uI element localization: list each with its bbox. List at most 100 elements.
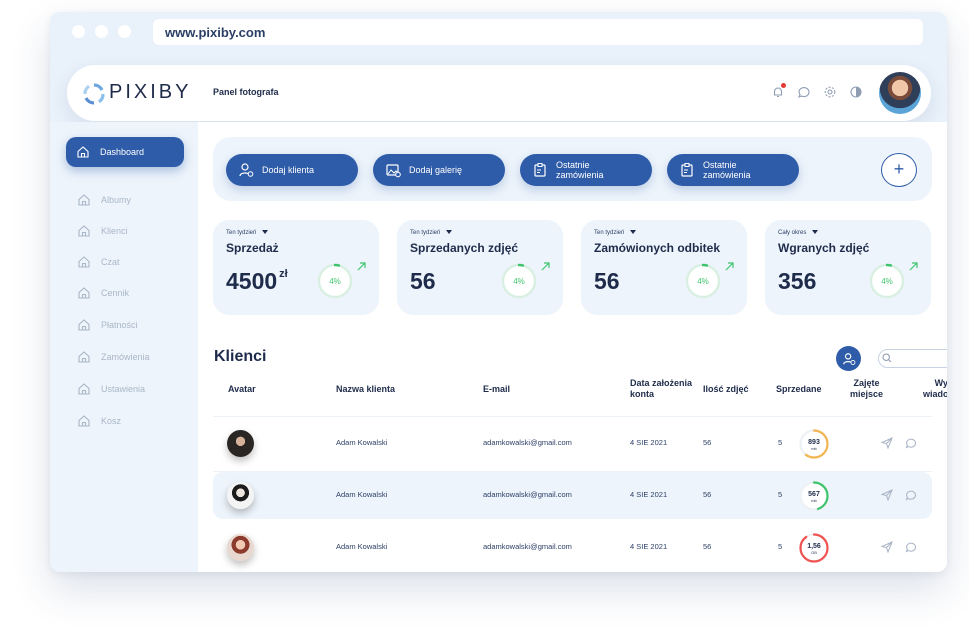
message-icon[interactable] <box>905 437 917 449</box>
add-client-round-button[interactable] <box>836 346 861 371</box>
column-header-send: Wyślijwiadomość <box>923 378 947 400</box>
sidebar-item-platnosci[interactable]: Płatności <box>77 314 138 336</box>
trend-up-icon <box>725 262 734 271</box>
percent-ring: 4% <box>685 263 721 299</box>
table-row[interactable]: Adam Kowalski adamkowalski@gmail.com 4 S… <box>213 524 932 571</box>
period-label: Ten tydzień <box>594 230 625 236</box>
caret-down-icon <box>446 230 453 235</box>
recent-orders-label-line1: Ostatnie <box>556 160 590 170</box>
home-icon <box>77 146 89 158</box>
percent-ring: 4% <box>869 263 905 299</box>
sidebar-item-cennik[interactable]: Cennik <box>77 282 129 304</box>
search-icon <box>882 353 892 363</box>
sidebar-item-label: Ustawienia <box>101 384 146 394</box>
client-name: Adam Kowalski <box>336 542 388 551</box>
stat-card-sales: Ten tydzień Sprzedaż 4500 zł 4% <box>213 220 379 315</box>
stat-number: 56 <box>410 268 436 294</box>
stat-value: 4500 zł <box>226 268 288 295</box>
message-icon[interactable] <box>905 489 917 501</box>
caret-down-icon <box>630 230 637 235</box>
address-bar[interactable]: www.pixiby.com <box>153 19 923 45</box>
period-dropdown[interactable]: Cały okres <box>778 230 819 236</box>
stat-unit: zł <box>279 268 288 280</box>
stat-card-uploaded-photos: Cały okres Wgranych zdjęć 356 4% <box>765 220 931 315</box>
home-icon <box>78 383 90 395</box>
stat-value: 56 <box>594 268 622 295</box>
sidebar-item-ustawienia[interactable]: Ustawienia <box>77 378 145 400</box>
period-dropdown[interactable]: Ten tydzień <box>410 230 453 236</box>
column-header-email: E-mail <box>483 384 511 394</box>
chat-icon[interactable] <box>797 85 811 99</box>
add-button[interactable]: + <box>881 153 917 187</box>
sidebar-item-dashboard[interactable]: Dashboard <box>66 137 184 167</box>
stat-title: Zamówionych odbitek <box>594 241 721 255</box>
window-close-dot[interactable] <box>72 25 85 38</box>
sidebar-item-label: Czat <box>101 257 120 267</box>
add-client-button[interactable]: Dodaj klienta <box>226 154 358 186</box>
main-content: Dodaj klienta Dodaj galerię Ostatnie zamó… <box>198 122 947 572</box>
message-icon[interactable] <box>905 541 917 553</box>
sidebar-item-label: Cennik <box>101 288 130 298</box>
add-gallery-button[interactable]: Dodaj galerię <box>373 154 505 186</box>
recent-orders-button[interactable]: Ostatnie zamówienia <box>520 154 652 186</box>
stat-value: 56 <box>410 268 438 295</box>
period-label: Ten tydzień <box>410 230 441 236</box>
percent-label: 4% <box>697 277 709 286</box>
client-sold: 5 <box>778 490 783 499</box>
home-icon <box>78 194 90 206</box>
browser-chrome: www.pixiby.com <box>50 12 947 52</box>
bell-icon[interactable] <box>771 83 786 99</box>
logo-text: PIXIBY <box>109 81 192 103</box>
usage-ring: 893 mb <box>799 429 829 459</box>
recent-orders-button-2[interactable]: Ostatnie zamówienia <box>667 154 799 186</box>
sidebar-item-label: Płatności <box>101 320 138 330</box>
sidebar-item-klienci[interactable]: Klienci <box>77 220 128 242</box>
sidebar-item-czat[interactable]: Czat <box>77 251 120 273</box>
clipboard-icon <box>681 163 693 177</box>
panel-label: Panel fotografa <box>213 87 279 97</box>
window-maximize-dot[interactable] <box>118 25 131 38</box>
add-gallery-label: Dodaj galerię <box>409 165 463 175</box>
column-header-created: Data założenia konta <box>630 378 692 400</box>
column-header-space-line1: Zajęte <box>853 378 880 388</box>
home-icon <box>78 415 90 427</box>
sidebar-item-label: Dashboard <box>100 147 145 157</box>
caret-down-icon <box>262 230 269 235</box>
send-icon[interactable] <box>881 541 893 553</box>
sidebar-item-albumy[interactable]: Albumy <box>77 189 131 211</box>
client-email: adamkowalski@gmail.com <box>483 438 572 447</box>
table-row[interactable]: Adam Kowalski adamkowalski@gmail.com 4 S… <box>213 472 932 519</box>
browser-window: www.pixiby.com PIXIBY Panel fotografa Da… <box>50 12 947 572</box>
top-header: PIXIBY Panel fotografa <box>67 65 931 121</box>
client-email: adamkowalski@gmail.com <box>483 490 572 499</box>
usage-unit: GB <box>811 550 817 555</box>
stat-title: Sprzedanych zdjęć <box>410 241 519 255</box>
sidebar-item-label: Klienci <box>101 226 128 236</box>
client-avatar <box>227 534 254 561</box>
sidebar-item-label: Albumy <box>101 195 132 205</box>
percent-label: 4% <box>513 277 525 286</box>
logo-aperture-icon <box>83 83 105 105</box>
send-icon[interactable] <box>881 489 893 501</box>
stat-card-sold-photos: Ten tydzień Sprzedanych zdjęć 56 4% <box>397 220 563 315</box>
column-header-name: Nazwa klienta <box>336 384 396 394</box>
recent-orders-label: Ostatnie zamówienia <box>556 160 604 180</box>
period-dropdown[interactable]: Ten tydzień <box>594 230 637 236</box>
period-dropdown[interactable]: Ten tydzień <box>226 230 269 236</box>
gear-icon[interactable] <box>823 85 837 99</box>
table-row[interactable]: Adam Kowalski adamkowalski@gmail.com 4 S… <box>213 420 932 467</box>
window-minimize-dot[interactable] <box>95 25 108 38</box>
send-icon[interactable] <box>881 437 893 449</box>
percent-label: 4% <box>881 277 893 286</box>
home-icon <box>78 225 90 237</box>
theme-toggle-icon[interactable] <box>849 85 863 99</box>
quick-actions: Dodaj klienta Dodaj galerię Ostatnie zamó… <box>213 137 932 201</box>
user-avatar[interactable] <box>879 72 921 114</box>
column-header-send-line1: Wyślij <box>934 378 947 388</box>
sidebar-item-kosz[interactable]: Kosz <box>77 410 121 432</box>
row-actions <box>881 489 917 501</box>
sidebar-item-zamowienia[interactable]: Zamówienia <box>77 346 150 368</box>
trend-up-icon <box>909 262 918 271</box>
client-photos: 56 <box>703 438 712 447</box>
column-header-created-line2: konta <box>630 389 655 399</box>
